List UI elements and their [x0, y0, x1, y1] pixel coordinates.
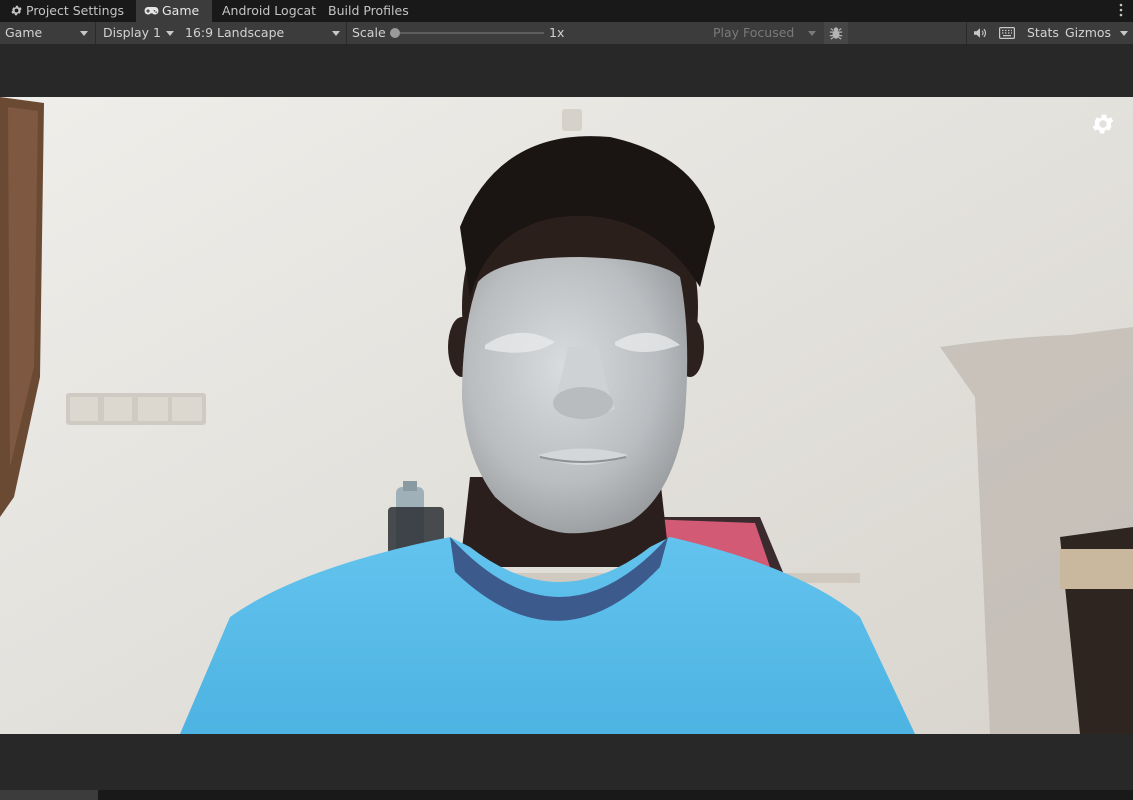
speaker-icon	[974, 28, 986, 38]
gizmos-dropdown[interactable]	[1114, 22, 1133, 44]
view-mode-value: Game	[5, 25, 43, 40]
play-mode-value: Play Focused	[713, 25, 795, 40]
more-options-icon[interactable]	[1119, 3, 1123, 17]
scale-slider-track[interactable]	[396, 32, 544, 34]
stats-button[interactable]: Stats	[1022, 22, 1062, 44]
game-viewport[interactable]	[0, 97, 1133, 734]
mute-audio-button[interactable]	[968, 22, 992, 44]
view-mode-dropdown[interactable]: Game	[0, 22, 94, 44]
settings-gear-button[interactable]	[1090, 111, 1116, 137]
aspect-value: 16:9 Landscape	[185, 25, 285, 40]
gizmos-button[interactable]: Gizmos	[1060, 22, 1112, 44]
divider	[95, 22, 96, 44]
debug-toggle-button[interactable]	[824, 22, 848, 44]
tab-android-logcat-label: Android Logcat	[222, 3, 317, 18]
chevron-down-icon	[1120, 31, 1128, 36]
chevron-down-icon	[166, 31, 174, 36]
display-value: Display 1	[103, 25, 162, 40]
tab-android-logcat[interactable]: Android Logcat	[214, 0, 324, 22]
tab-build-profiles-label: Build Profiles	[328, 3, 409, 18]
bottom-panel-tab-bar	[0, 790, 1133, 800]
tab-game-label: Game	[162, 3, 200, 18]
editor-tab-bar: Project Settings Game Android Logcat Bui…	[0, 0, 1133, 22]
tab-project-settings-label: Project Settings	[26, 3, 125, 18]
camera-feed-image	[0, 97, 1133, 734]
chevron-down-icon	[332, 31, 340, 36]
gear-icon	[11, 5, 22, 16]
divider	[966, 22, 967, 44]
tab-build-profiles[interactable]: Build Profiles	[320, 0, 417, 22]
game-view-toolbar: Game Display 1 16:9 Landscape Scale 1x P…	[0, 22, 1133, 45]
scale-label: Scale	[352, 25, 386, 40]
bug-icon	[829, 27, 843, 40]
chevron-down-icon	[80, 31, 88, 36]
shortcuts-button[interactable]	[994, 22, 1020, 44]
play-mode-dropdown[interactable]: Play Focused	[708, 22, 822, 44]
bottom-panel-active-tab[interactable]	[0, 790, 98, 800]
gamepad-icon	[144, 6, 159, 15]
tab-project-settings[interactable]: Project Settings	[2, 0, 132, 22]
gear-icon	[1092, 114, 1114, 134]
display-dropdown[interactable]: Display 1	[98, 22, 180, 44]
scale-value: 1x	[549, 25, 565, 40]
aspect-dropdown[interactable]: 16:9 Landscape	[180, 22, 346, 44]
chevron-down-icon	[808, 31, 816, 36]
scale-slider-thumb[interactable]	[390, 28, 400, 38]
keyboard-icon	[999, 27, 1015, 39]
tab-game[interactable]: Game	[136, 0, 212, 22]
